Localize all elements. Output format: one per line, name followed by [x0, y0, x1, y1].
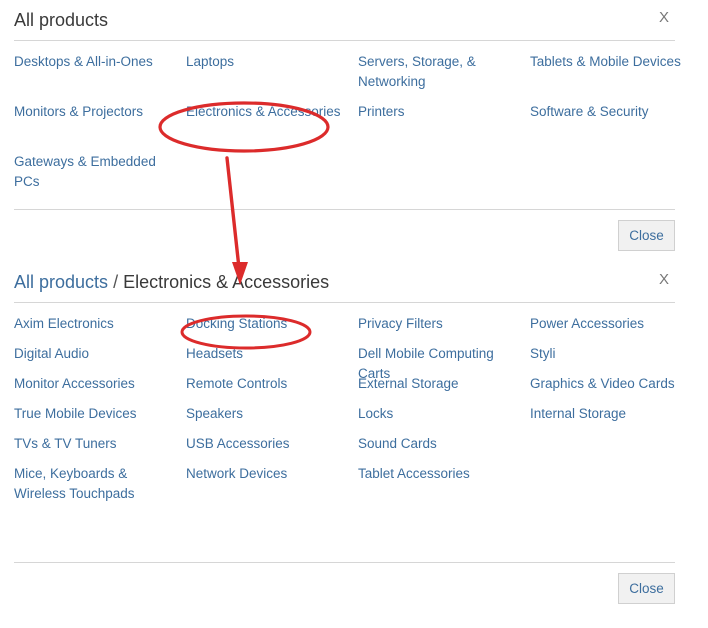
category-link-grid-electronics: Axim Electronics Docking Stations Privac…	[0, 314, 708, 501]
category-link[interactable]: Software & Security	[530, 102, 708, 122]
category-link[interactable]: Digital Audio	[14, 344, 186, 364]
category-link[interactable]: Headsets	[186, 344, 358, 364]
close-button[interactable]: Close	[618, 573, 675, 604]
close-icon[interactable]: X	[659, 270, 669, 290]
panel-electronics-footer: Close	[0, 573, 708, 618]
category-link[interactable]: Tablets & Mobile Devices	[530, 52, 708, 72]
breadcrumb-link-all-products[interactable]: All products	[14, 272, 108, 292]
category-link[interactable]: TVs & TV Tuners	[14, 434, 186, 454]
category-link[interactable]: Desktops & All-in-Ones	[14, 52, 186, 72]
close-icon[interactable]: X	[659, 8, 669, 28]
category-link[interactable]: USB Accessories	[186, 434, 358, 454]
category-link[interactable]: External Storage	[358, 374, 530, 394]
panel-electronics-header: All products / Electronics & Accessories…	[0, 262, 708, 302]
category-link[interactable]: Monitors & Projectors	[14, 102, 186, 122]
panel-all-products: All products X Desktops & All-in-Ones La…	[0, 0, 708, 262]
category-link[interactable]: Internal Storage	[530, 404, 708, 424]
category-link[interactable]: Graphics & Video Cards	[530, 374, 708, 394]
category-link[interactable]: Locks	[358, 404, 530, 424]
category-link-grid-all-products: Desktops & All-in-Ones Laptops Servers, …	[0, 52, 708, 202]
category-link[interactable]: Styli	[530, 344, 708, 364]
close-button[interactable]: Close	[618, 220, 675, 251]
category-link-electronics-accessories[interactable]: Electronics & Accessories	[186, 102, 358, 122]
panel-all-products-footer: Close	[0, 220, 708, 262]
page-title: All products	[14, 10, 109, 30]
panel-all-products-header: All products X	[0, 0, 708, 40]
breadcrumb: All products / Electronics & Accessories	[14, 270, 329, 294]
header-divider	[14, 302, 675, 303]
panel-electronics-accessories: All products / Electronics & Accessories…	[0, 262, 708, 628]
category-link[interactable]: Remote Controls	[186, 374, 358, 394]
category-link[interactable]: Speakers	[186, 404, 358, 424]
category-link[interactable]: Printers	[358, 102, 530, 122]
breadcrumb-separator: /	[113, 272, 119, 292]
category-link[interactable]: Tablet Accessories	[358, 464, 530, 484]
category-link[interactable]: Gateways & Embedded PCs	[14, 152, 186, 192]
footer-divider	[14, 562, 675, 563]
breadcrumb-current: Electronics & Accessories	[123, 272, 330, 292]
category-link[interactable]: Power Accessories	[530, 314, 708, 334]
category-link[interactable]: Mice, Keyboards & Wireless Touchpads	[14, 464, 186, 504]
category-link[interactable]: Servers, Storage, & Networking	[358, 52, 530, 92]
category-link[interactable]: Axim Electronics	[14, 314, 186, 334]
category-link[interactable]: True Mobile Devices	[14, 404, 186, 424]
category-link[interactable]: Monitor Accessories	[14, 374, 186, 394]
category-link[interactable]: Privacy Filters	[358, 314, 530, 334]
category-link[interactable]: Sound Cards	[358, 434, 530, 454]
category-link-docking-stations[interactable]: Docking Stations	[186, 314, 358, 334]
category-link[interactable]: Laptops	[186, 52, 358, 72]
header-divider	[14, 40, 675, 41]
footer-divider	[14, 209, 675, 210]
category-link[interactable]: Network Devices	[186, 464, 358, 484]
